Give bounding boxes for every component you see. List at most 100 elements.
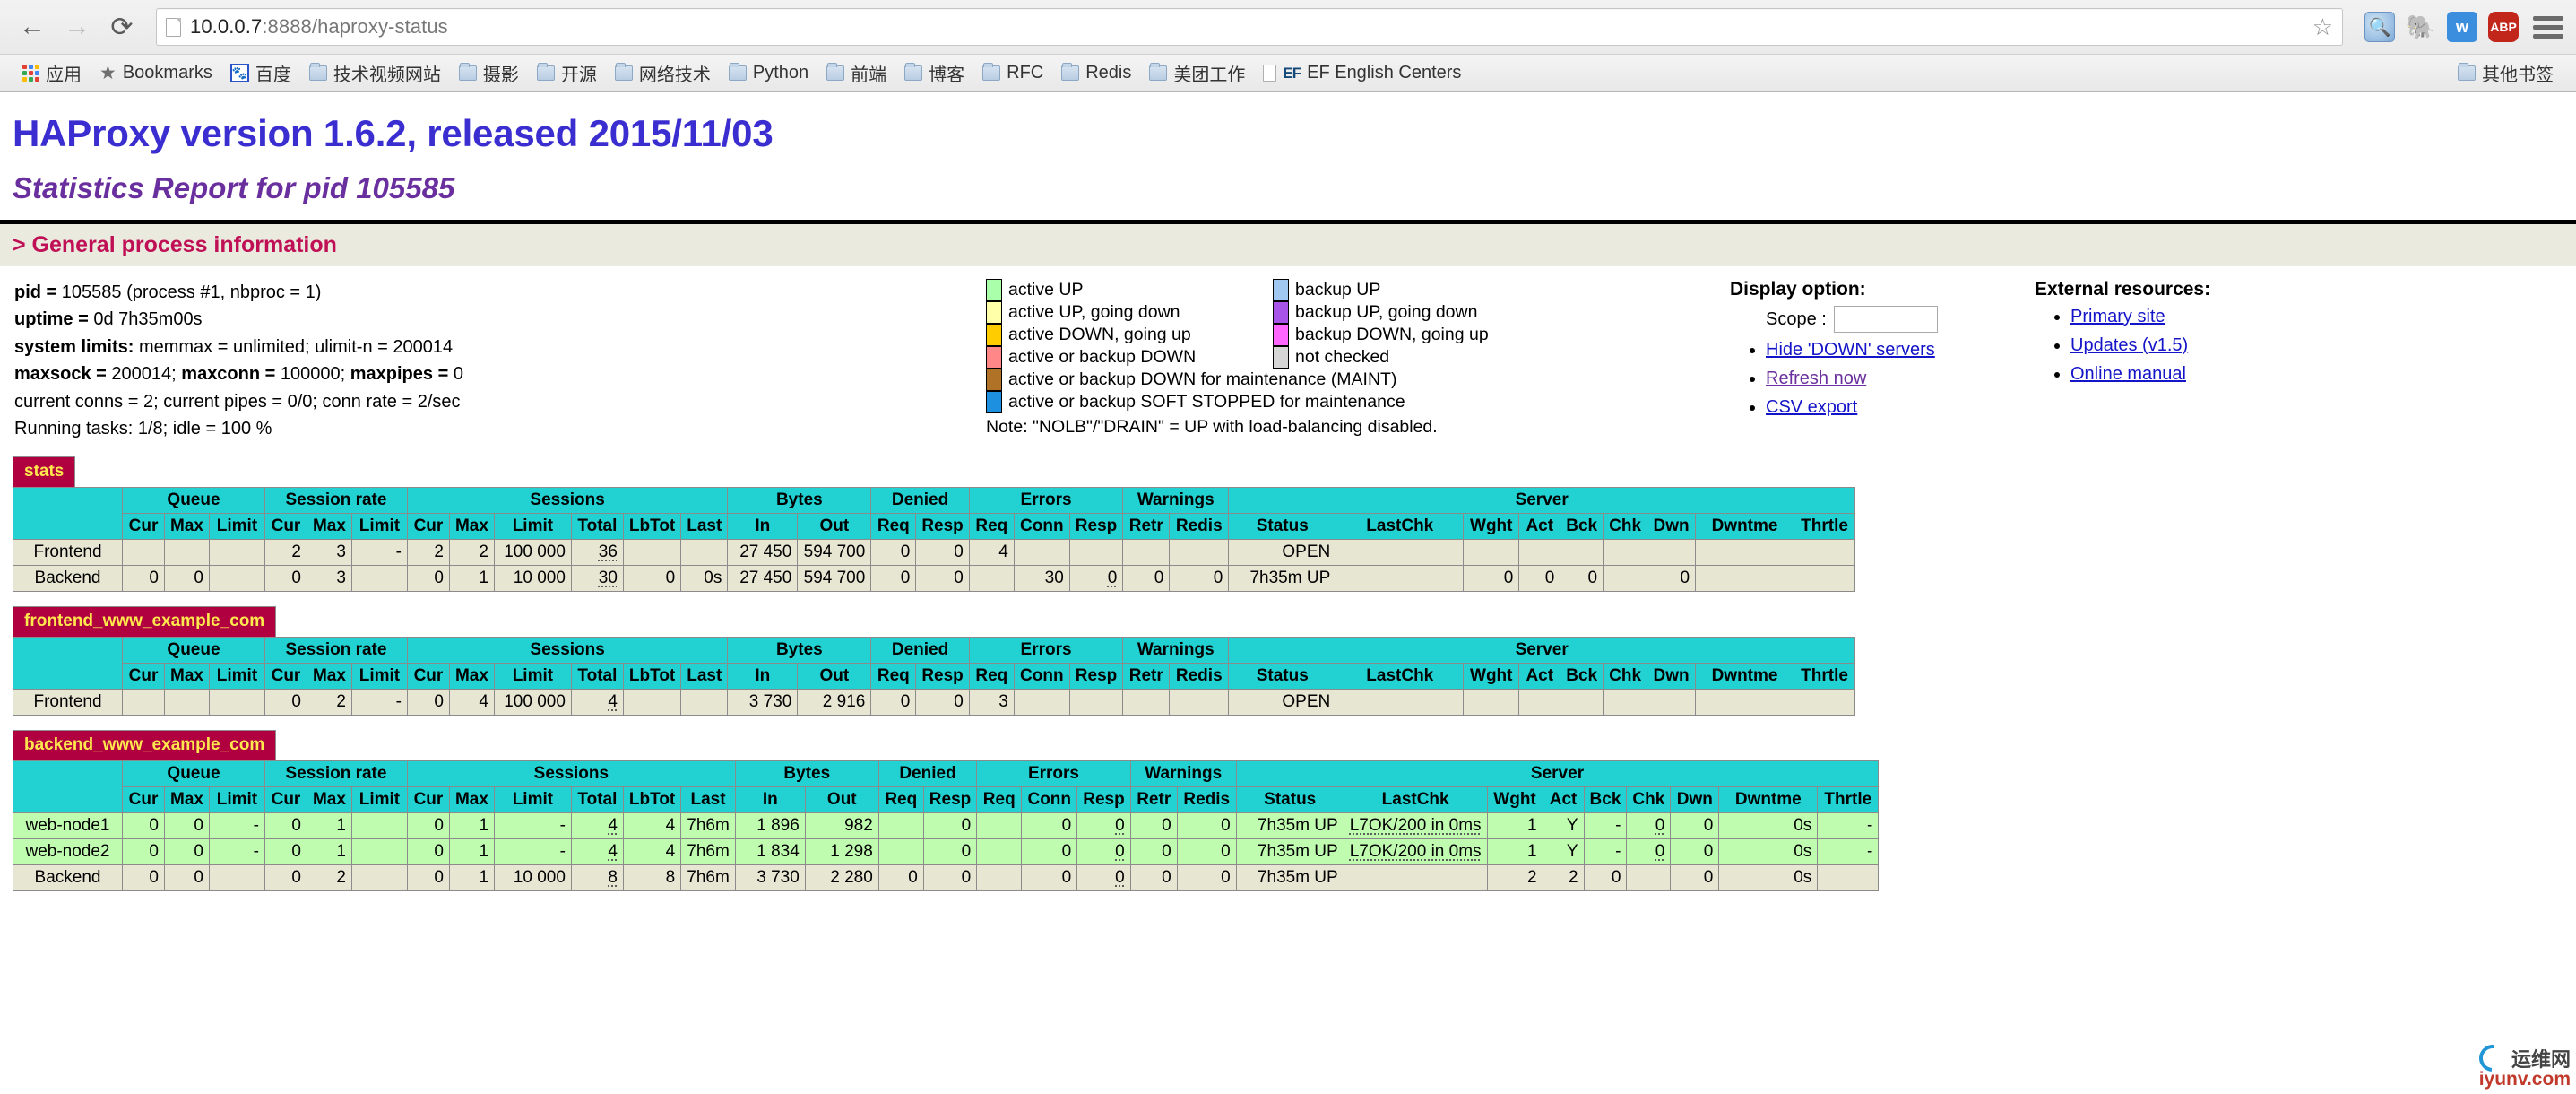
maxpipes-value: 0 [453,364,463,385]
csv-export-item[interactable]: CSV export [1766,396,2035,419]
bookmark-label: 博客 [929,65,965,85]
table-cell [1336,565,1465,593]
bookmark-item-ef-english[interactable]: EF EF English Centers [1255,59,1469,87]
table-cell: 0 [122,812,165,840]
primary-site-item[interactable]: Primary site [2070,306,2210,328]
table-cell: 3 730 [727,689,799,716]
online-manual-item[interactable]: Online manual [2070,363,2210,386]
updates-link[interactable]: Updates (v1.5) [2070,335,2188,355]
proxy-name-frontend[interactable]: frontend_www_example_com [13,606,277,638]
table-cell: 0 [922,864,978,892]
bookmark-item-opensource[interactable]: 开源 [529,56,605,90]
th-queue-max: Max [164,786,210,814]
back-arrow-icon[interactable]: ← [13,7,52,47]
legend-column-active: active UP active UP, going down active D… [986,279,1273,369]
proxy-name-backend[interactable]: backend_www_example_com [13,730,277,761]
proxy-block-frontend: frontend_www_example_com Queue Session r… [13,606,2576,716]
refresh-now-link[interactable]: Refresh now [1766,369,1866,388]
forward-arrow-icon[interactable]: → [57,7,97,47]
th-bytes-in: In [727,663,799,690]
th-server-status: Status [1235,786,1344,814]
scope-input[interactable] [1833,306,1938,333]
table-cell: 0 [1670,812,1720,840]
address-bar[interactable]: 10.0.0.7:8888/haproxy-status ☆ [156,8,2343,46]
th-bytes-out: Out [797,663,872,690]
adblock-plus-extension-icon[interactable]: ABP [2488,12,2519,42]
table-cell [1343,864,1488,892]
th-server-thrtle: Thrtle [1817,786,1880,814]
evernote-extension-icon[interactable]: 🐘 [2406,12,2436,42]
maxsock-value: 200014; [111,364,182,385]
folder-icon [308,63,327,81]
bookmark-item-blog[interactable]: 博客 [896,56,972,90]
table-cell: 36 [570,539,624,567]
table-cell: 0 [1129,838,1178,866]
magnifier-extension-icon[interactable]: 🔍 [2364,12,2395,42]
bookmark-item-python[interactable]: Python [721,59,817,87]
bookmark-item-frontend[interactable]: 前端 [818,56,895,90]
th-queue-cur: Cur [122,786,165,814]
table-cell: 0 [122,864,165,892]
reload-icon[interactable]: ⟳ [102,7,142,47]
wiz-extension-icon[interactable]: w [2447,12,2477,42]
hamburger-menu-icon[interactable] [2533,15,2563,39]
table-cell [680,689,729,716]
table-cell: 0 [122,565,165,593]
bookmark-item-rfc[interactable]: RFC [974,59,1051,87]
bookmark-item-baidu[interactable]: 🐾 百度 [222,56,299,90]
table-cell: 1 [448,864,495,892]
bookmark-item-network-tech[interactable]: 网络技术 [607,56,719,90]
th-server-wght: Wght [1486,786,1543,814]
primary-site-link[interactable]: Primary site [2070,307,2165,326]
csv-export-link[interactable]: CSV export [1766,397,1857,417]
table-cell: 982 [804,812,879,840]
bookmark-item-photography[interactable]: 摄影 [451,56,527,90]
bookmark-label: 开源 [560,65,597,85]
th-bytes-out: Out [804,786,879,814]
bookmark-item-meituan-work[interactable]: 美团工作 [1141,56,1253,90]
th-server-dwn: Dwn [1647,513,1697,541]
table-cell: Y [1542,812,1585,840]
table-cell: 1 [306,838,352,866]
uptime-value: 0d 7h35m00s [93,309,203,330]
th-group-sessions: Sessions [406,637,729,664]
table-cell: - [1583,812,1628,840]
table-cell: 0 [870,565,917,593]
bookmark-apps[interactable]: 应用 [14,56,90,90]
bookmark-apps-label: 应用 [46,65,82,85]
table-cell: 10 000 [493,864,572,892]
th-rate-cur: Cur [264,513,307,541]
refresh-now-item[interactable]: Refresh now [1766,368,2035,390]
table-cell: 0 [1021,864,1078,892]
table-cell [164,539,210,567]
th-errors-resp: Resp [1068,513,1124,541]
hide-down-servers-item[interactable]: Hide 'DOWN' servers [1766,339,2035,361]
legend-swatch-active-down-going-up [986,324,1002,346]
th-proxy-col [13,760,123,814]
legend-item: active or backup DOWN [986,346,1273,369]
table-cell [1169,539,1230,567]
hide-down-servers-link[interactable]: Hide 'DOWN' servers [1766,340,1935,360]
bookmark-item-redis[interactable]: Redis [1053,59,1139,87]
table-cell: 3 [306,539,352,567]
proxy-name-stats[interactable]: stats [13,456,76,488]
online-manual-link[interactable]: Online manual [2070,364,2186,384]
table-cell: 0 [264,689,307,716]
table-cell [1695,689,1795,716]
updates-item[interactable]: Updates (v1.5) [2070,334,2210,357]
bookmark-star-icon[interactable]: ☆ [2312,13,2333,41]
table-cell: L7OK/200 in 0ms [1343,812,1488,840]
stats-table-stats: Queue Session rate Sessions Bytes Denied… [13,487,1856,593]
bookmark-other-bookmarks[interactable]: 其他书签 [2450,56,2562,90]
bookmark-item-tech-video[interactable]: 技术视频网站 [301,56,449,90]
table-cell: 2 916 [797,689,872,716]
legend-note: Note: "NOLB"/"DRAIN" = UP with load-bala… [986,417,1438,437]
bookmark-item-bookmarks[interactable]: ★ Bookmarks [91,58,220,88]
table-cell: 4 [968,539,1015,567]
th-group-bytes: Bytes [727,487,872,515]
bookmark-label: 技术视频网站 [333,65,441,85]
watermark-top: 运维网 [2473,1038,2571,1078]
th-group-errors: Errors [968,487,1124,515]
legend-item: backup UP [1273,279,1489,301]
th-server-lastchk: LastChk [1336,663,1465,690]
